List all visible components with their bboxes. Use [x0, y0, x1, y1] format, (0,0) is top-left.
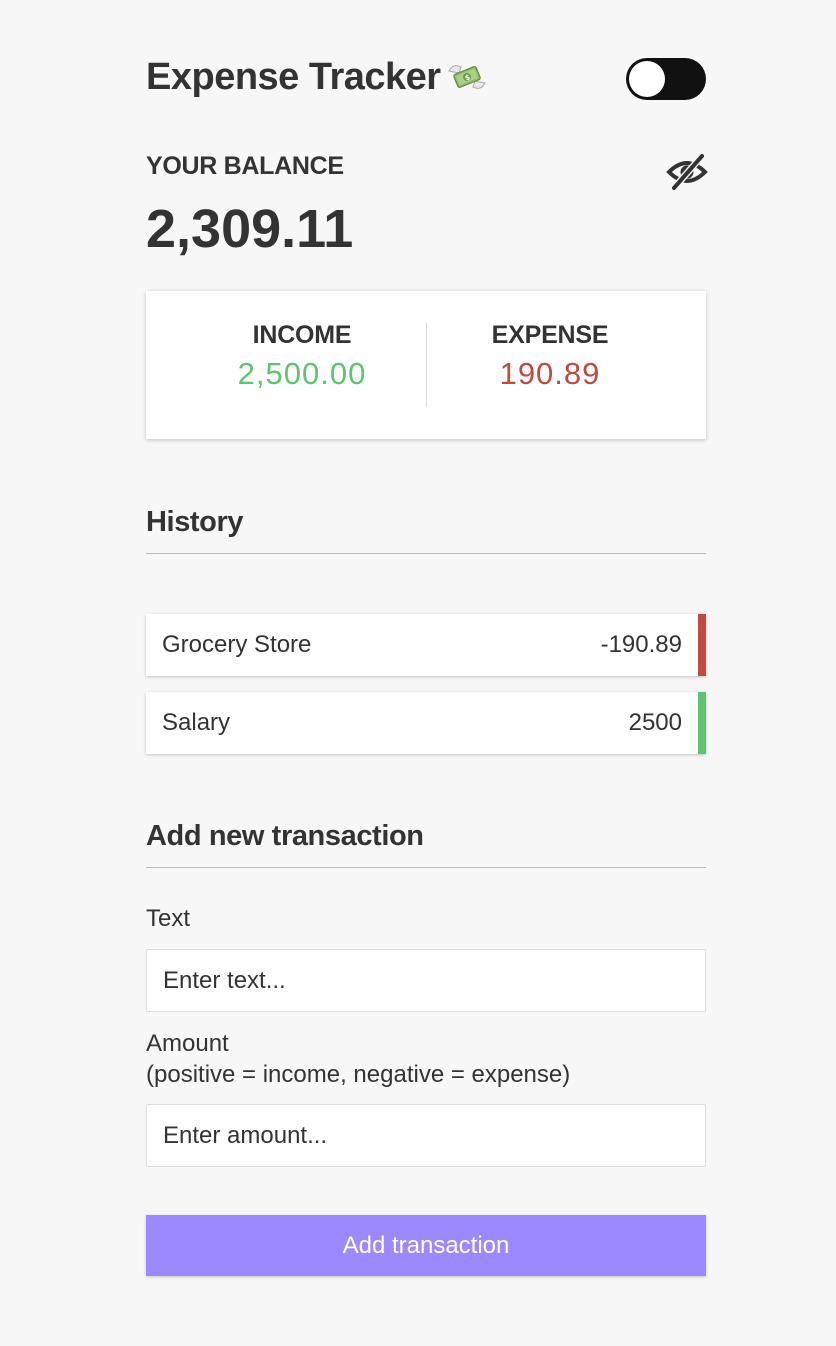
expense-column: EXPENSE 190.89: [410, 321, 690, 392]
amount-field-label: Amount (positive = income, negative = ex…: [146, 1028, 570, 1090]
item-text: Grocery Store: [162, 631, 312, 658]
list-item[interactable]: Grocery Store -190.89: [146, 614, 706, 676]
add-transaction-title: Add new transaction: [146, 820, 706, 868]
add-transaction-button[interactable]: Add transaction: [146, 1215, 706, 1276]
money-with-wings-icon: $: [447, 60, 487, 92]
theme-toggle[interactable]: [626, 58, 706, 100]
income-expense-card: INCOME 2,500.00 EXPENSE 190.89: [146, 291, 706, 439]
text-input[interactable]: [146, 949, 706, 1012]
amount-label-text: Amount: [146, 1030, 229, 1057]
expense-value: 190.89: [499, 356, 601, 391]
balance-label: YOUR BALANCE: [146, 152, 344, 180]
list-item[interactable]: Salary 2500: [146, 692, 706, 754]
income-label: INCOME: [252, 321, 352, 349]
item-amount: -190.89: [600, 631, 682, 658]
balance-value: 2,309.11: [146, 199, 354, 259]
toggle-knob: [629, 61, 665, 97]
amount-input[interactable]: [146, 1104, 706, 1167]
app-title-text: Expense Tracker: [146, 56, 441, 98]
item-text: Salary: [162, 709, 231, 736]
history-list: Grocery Store -190.89 Salary 2500: [146, 614, 706, 770]
amount-hint-text: (positive = income, negative = expense): [146, 1061, 571, 1088]
income-value: 2,500.00: [237, 356, 367, 391]
history-title: History: [146, 506, 706, 554]
text-field-label: Text: [146, 905, 191, 932]
item-amount: 2500: [628, 709, 682, 736]
app-title: Expense Tracker $: [146, 56, 487, 99]
income-column: INCOME 2,500.00: [162, 321, 442, 392]
eye-slash-icon[interactable]: [666, 152, 708, 192]
header: Expense Tracker $: [146, 52, 706, 108]
expense-label: EXPENSE: [491, 321, 609, 349]
